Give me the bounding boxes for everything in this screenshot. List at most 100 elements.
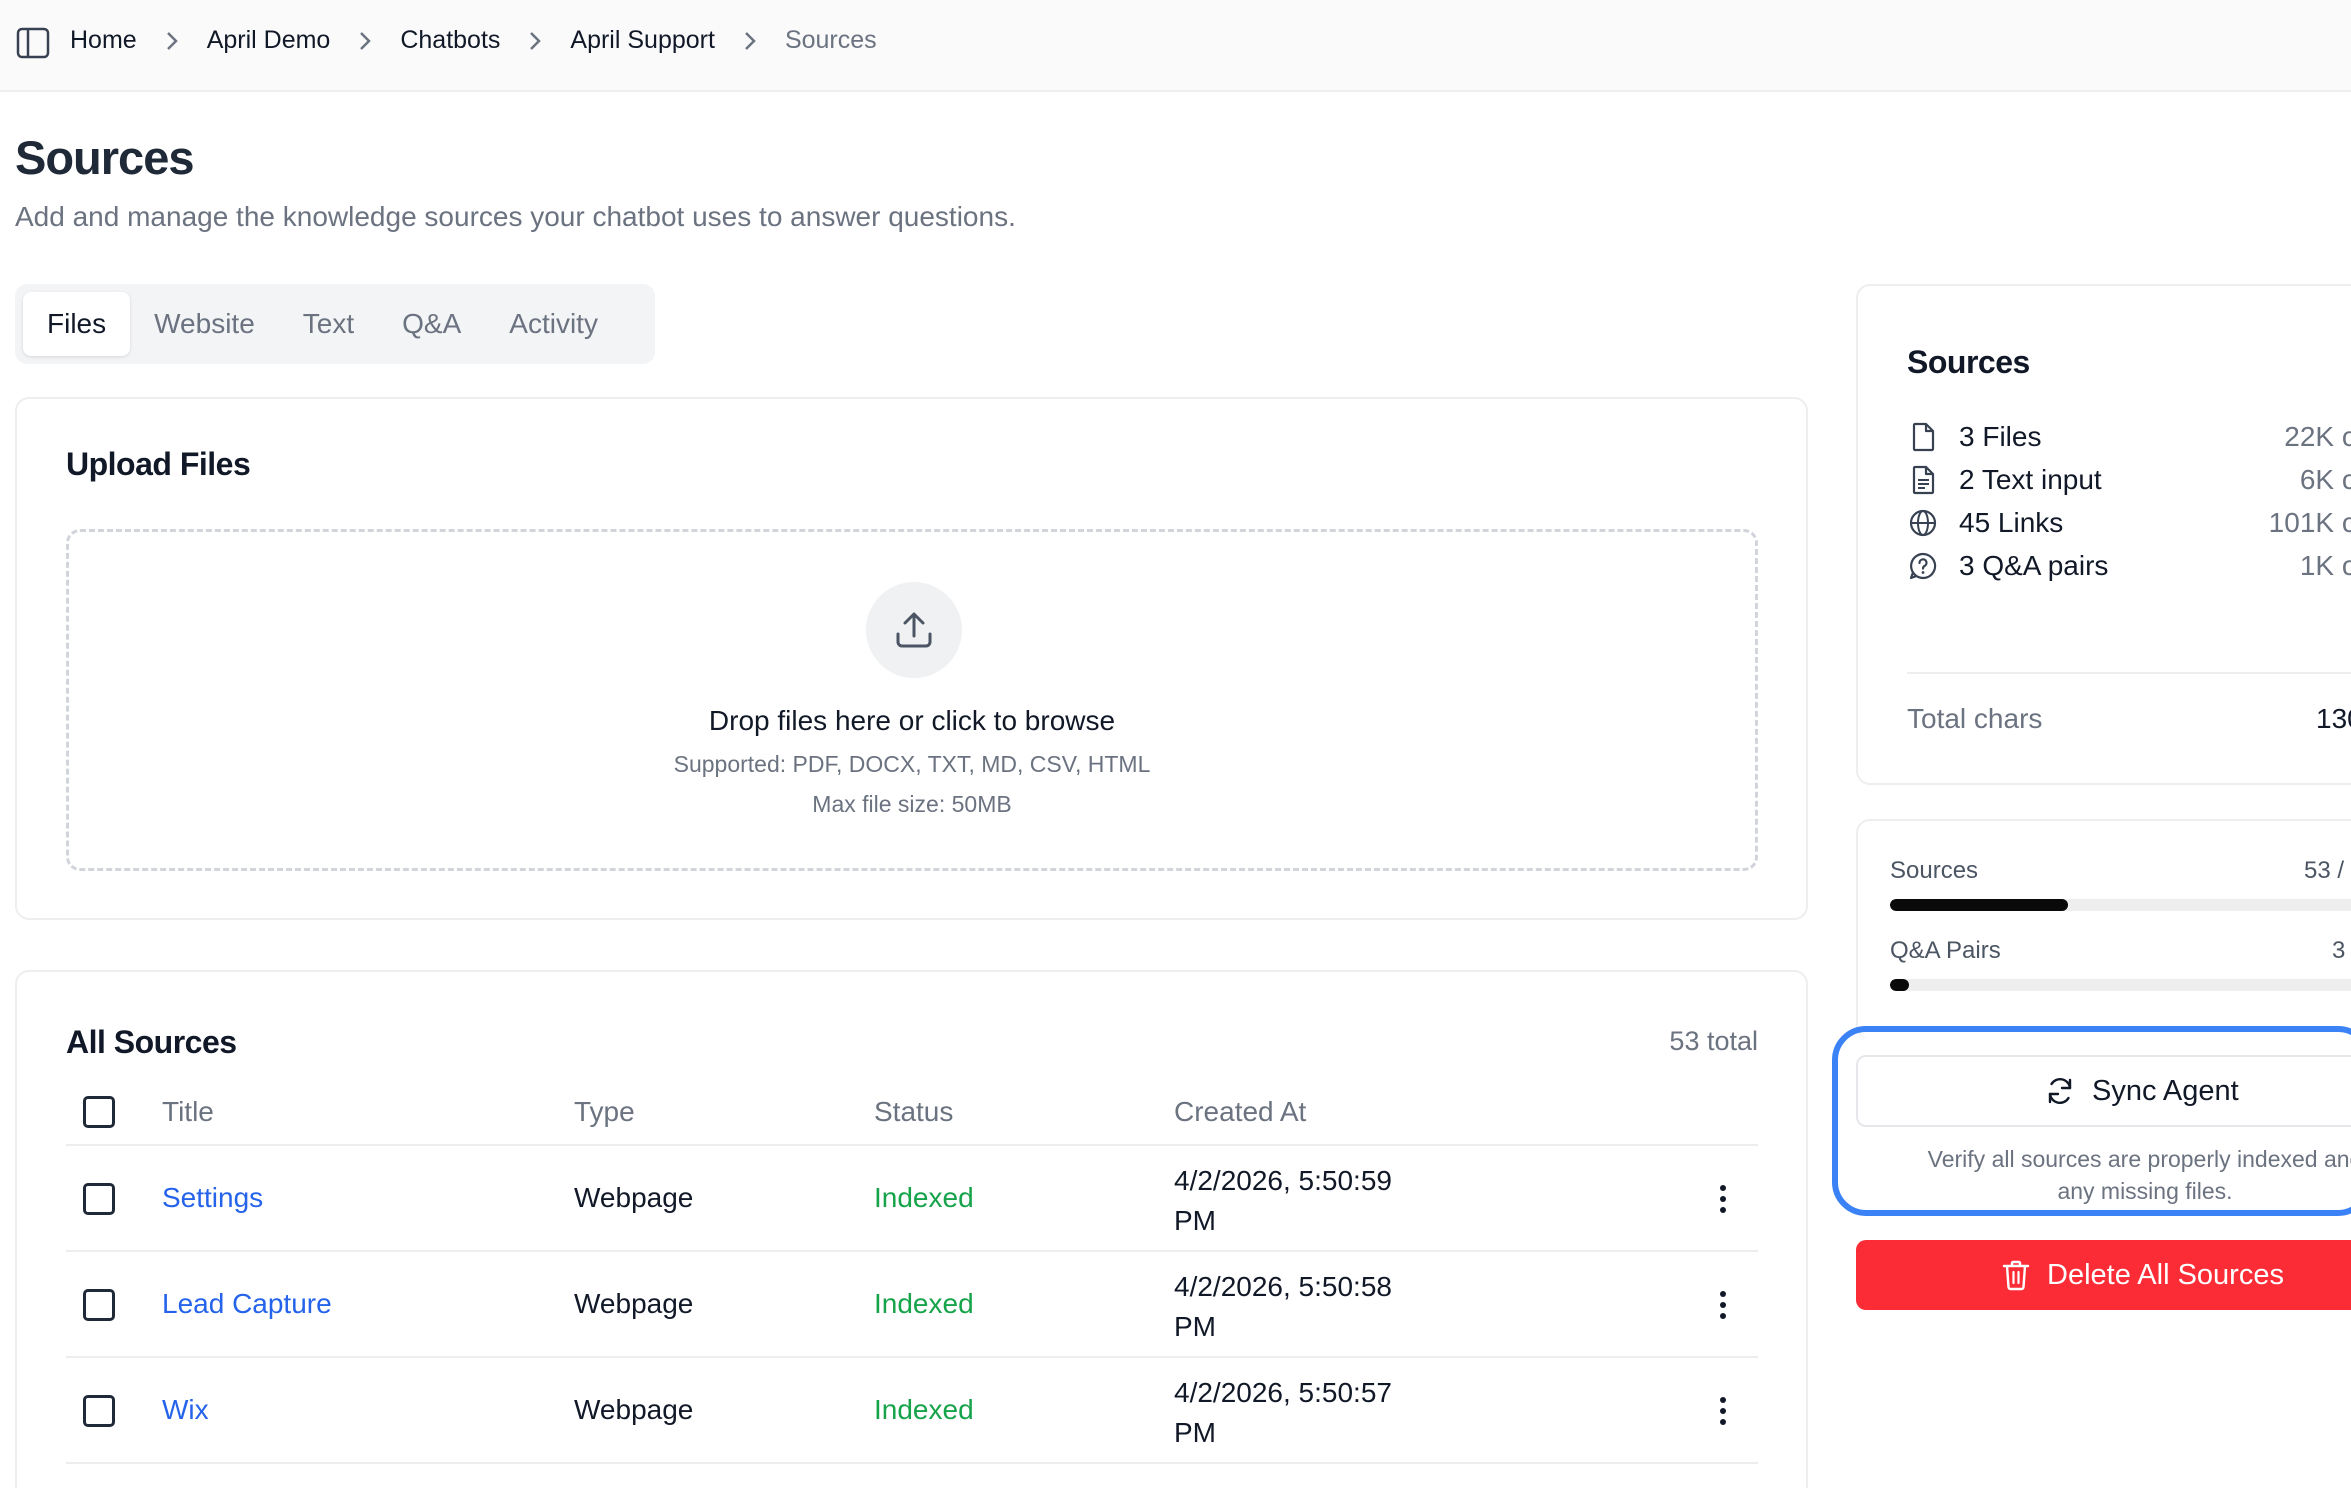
tab-website[interactable]: Website bbox=[130, 292, 279, 356]
source-created-at: 4/2/2026, 5:50:57 PM bbox=[1174, 1373, 1434, 1453]
globe-icon bbox=[1907, 507, 1939, 539]
stat-chars: 101K cha bbox=[2268, 507, 2351, 538]
source-type: Webpage bbox=[574, 1182, 694, 1213]
chevron-right-icon bbox=[518, 27, 552, 55]
qa-limit-label: Q&A Pairs bbox=[1890, 937, 2001, 964]
sync-agent-button[interactable]: Sync Agent bbox=[1856, 1055, 2351, 1127]
stat-files: 3 Files 22K cha bbox=[1907, 417, 2351, 457]
more-options-icon[interactable] bbox=[1718, 1184, 1728, 1214]
source-title-link[interactable]: Wix bbox=[162, 1394, 209, 1426]
stat-chars: 22K cha bbox=[2284, 421, 2351, 452]
tab-text[interactable]: Text bbox=[279, 292, 378, 356]
chevron-right-icon bbox=[733, 27, 767, 55]
source-title-link[interactable]: Lead Capture bbox=[162, 1288, 332, 1320]
table-row: Wix Webpage Indexed 4/2/2026, 5:50:57 PM bbox=[66, 1358, 1758, 1464]
qa-limit-value: 3 bbox=[2332, 937, 2346, 964]
row-checkbox[interactable] bbox=[83, 1289, 115, 1321]
file-dropzone[interactable]: Drop files here or click to browse Suppo… bbox=[66, 529, 1758, 871]
table-row: Settings Webpage Indexed 4/2/2026, 5:50:… bbox=[66, 1146, 1758, 1252]
stat-links: 45 Links 101K cha bbox=[1907, 503, 2351, 543]
stat-label: 2 Text input bbox=[1959, 464, 2102, 495]
all-sources-card: All Sources 53 total Title Type Status C… bbox=[15, 970, 1808, 1488]
sync-help-line: Verify all sources are properly indexed … bbox=[1927, 1146, 2351, 1172]
more-options-icon[interactable] bbox=[1718, 1290, 1728, 1320]
upload-files-title: Upload Files bbox=[66, 446, 251, 482]
sync-help-line: any missing files. bbox=[2057, 1178, 2233, 1204]
summary-divider bbox=[1907, 672, 2351, 674]
source-tabs: Files Website Text Q&A Activity bbox=[15, 284, 655, 364]
chevron-right-icon bbox=[155, 27, 189, 55]
max-file-size: Max file size: 50MB bbox=[812, 791, 1012, 817]
breadcrumb-chatbots[interactable]: Chatbots bbox=[400, 26, 500, 55]
sources-total-count: 53 total bbox=[1669, 1026, 1758, 1056]
delete-all-sources-button[interactable]: Delete All Sources bbox=[1856, 1240, 2351, 1310]
summary-title: Sources bbox=[1907, 344, 2030, 380]
qa-progress-bar bbox=[1890, 979, 2351, 991]
total-chars-label: Total chars bbox=[1907, 703, 2043, 734]
select-all-checkbox[interactable] bbox=[83, 1096, 115, 1128]
supported-formats: Supported: PDF, DOCX, TXT, MD, CSV, HTML bbox=[673, 751, 1151, 777]
sync-help-text: Verify all sources are properly indexed … bbox=[1860, 1143, 2351, 1207]
tab-activity[interactable]: Activity bbox=[485, 292, 622, 356]
column-status[interactable]: Status bbox=[874, 1096, 953, 1128]
sources-limit-value: 53 / bbox=[2304, 857, 2345, 884]
total-chars-value: 130 bbox=[2316, 703, 2351, 734]
page-title: Sources bbox=[15, 131, 194, 184]
created-date: 4/2/2026, 5:50:59 bbox=[1174, 1165, 1392, 1196]
source-title-link[interactable]: Settings bbox=[162, 1182, 263, 1214]
stat-label: 3 Q&A pairs bbox=[1959, 550, 2109, 581]
source-type: Webpage bbox=[574, 1394, 694, 1425]
stat-chars: 1K cha bbox=[2299, 550, 2351, 581]
sources-limit-label: Sources bbox=[1890, 857, 1979, 884]
stat-label: 45 Links bbox=[1959, 507, 2064, 538]
breadcrumb-chatbot[interactable]: April Support bbox=[570, 26, 715, 55]
created-date: 4/2/2026, 5:50:57 bbox=[1174, 1377, 1392, 1408]
sources-table: Title Type Status Created At Settings We… bbox=[66, 1082, 1758, 1464]
source-status: Indexed bbox=[874, 1288, 974, 1319]
table-header: Title Type Status Created At bbox=[66, 1082, 1758, 1146]
breadcrumb: Home April Demo Chatbots April Support S… bbox=[70, 26, 877, 55]
more-options-icon[interactable] bbox=[1718, 1396, 1728, 1426]
stat-chars: 6K cha bbox=[2299, 464, 2351, 495]
sources-summary-card: Sources 3 Files 22K cha 2 Text input 6K … bbox=[1856, 284, 2351, 785]
table-row: Lead Capture Webpage Indexed 4/2/2026, 5… bbox=[66, 1252, 1758, 1358]
stat-text-input: 2 Text input 6K cha bbox=[1907, 460, 2351, 500]
column-title[interactable]: Title bbox=[162, 1096, 214, 1128]
sidebar-toggle-icon[interactable] bbox=[16, 27, 50, 59]
all-sources-title: All Sources bbox=[66, 1024, 237, 1060]
sources-progress-fill bbox=[1890, 899, 2068, 911]
source-type: Webpage bbox=[574, 1288, 694, 1319]
tab-files[interactable]: Files bbox=[23, 292, 131, 356]
upload-icon bbox=[866, 582, 962, 678]
usage-limits-card: Sources 53 / Q&A Pairs 3 bbox=[1856, 819, 2351, 1039]
top-bar: Home April Demo Chatbots April Support S… bbox=[0, 0, 2351, 92]
page-subtitle: Add and manage the knowledge sources you… bbox=[15, 201, 1016, 232]
chevron-right-icon bbox=[348, 27, 382, 55]
breadcrumb-home[interactable]: Home bbox=[70, 26, 137, 55]
refresh-icon bbox=[2048, 1077, 2072, 1105]
created-ampm: PM bbox=[1174, 1417, 1216, 1448]
document-text-icon bbox=[1907, 464, 1939, 496]
trash-icon bbox=[2002, 1260, 2030, 1291]
created-ampm: PM bbox=[1174, 1205, 1216, 1236]
source-status: Indexed bbox=[874, 1394, 974, 1425]
drop-instructions: Drop files here or click to browse bbox=[708, 705, 1116, 736]
upload-files-card: Upload Files Drop files here or click to… bbox=[15, 397, 1808, 920]
source-created-at: 4/2/2026, 5:50:58 PM bbox=[1174, 1267, 1434, 1347]
delete-all-label: Delete All Sources bbox=[2047, 1258, 2284, 1291]
question-bubble-icon bbox=[1907, 550, 1939, 582]
column-type[interactable]: Type bbox=[574, 1096, 635, 1128]
created-date: 4/2/2026, 5:50:58 bbox=[1174, 1271, 1392, 1302]
breadcrumb-current: Sources bbox=[784, 26, 877, 54]
row-checkbox[interactable] bbox=[83, 1395, 115, 1427]
file-icon bbox=[1907, 421, 1939, 453]
breadcrumb-project[interactable]: April Demo bbox=[207, 26, 331, 55]
stat-label: 3 Files bbox=[1959, 421, 2042, 452]
sync-agent-label: Sync Agent bbox=[2092, 1074, 2239, 1107]
column-created-at[interactable]: Created At bbox=[1174, 1096, 1306, 1128]
qa-progress-fill bbox=[1890, 979, 1910, 991]
row-checkbox[interactable] bbox=[83, 1183, 115, 1215]
source-created-at: 4/2/2026, 5:50:59 PM bbox=[1174, 1161, 1434, 1241]
tab-qa[interactable]: Q&A bbox=[378, 292, 485, 356]
source-status: Indexed bbox=[874, 1182, 974, 1213]
